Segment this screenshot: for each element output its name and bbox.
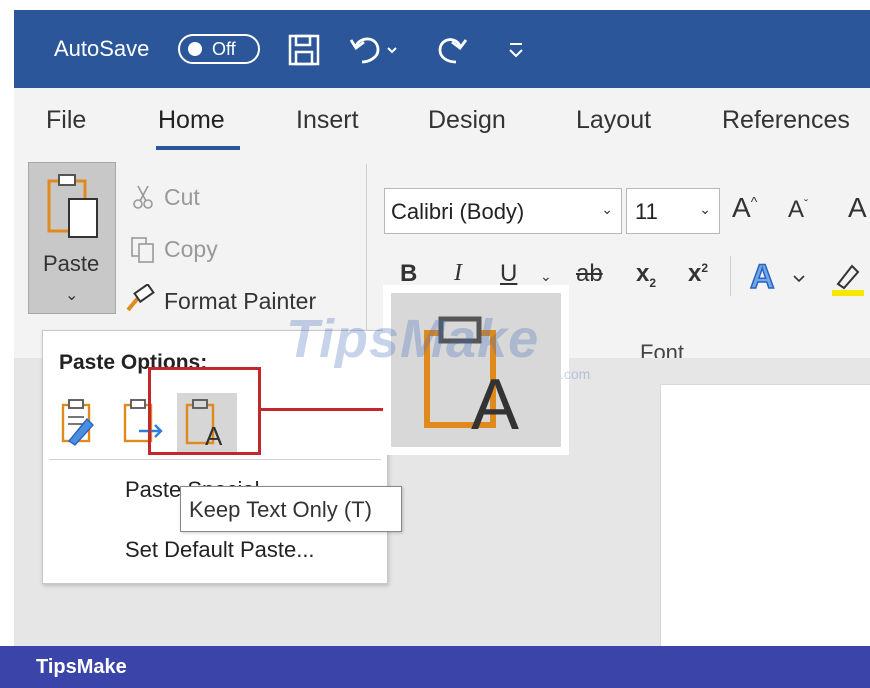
copy-icon xyxy=(131,237,154,263)
text-effects-icon[interactable]: A xyxy=(748,256,812,296)
highlighter-icon[interactable] xyxy=(828,256,868,300)
customize-qat-icon[interactable] xyxy=(504,32,528,68)
underline-button[interactable]: U xyxy=(500,260,517,288)
tooltip: Keep Text Only (T) xyxy=(180,486,402,532)
screenshot-frame: AutoSave Off File Home Insert Design Lay… xyxy=(0,0,870,688)
tab-layout[interactable]: Layout xyxy=(576,106,651,135)
autosave-label: AutoSave xyxy=(54,36,150,61)
set-default-paste-item[interactable]: Set Default Paste... xyxy=(125,537,315,563)
footer-bar: TipsMake xyxy=(0,646,870,688)
chevron-down-icon: ⌄ xyxy=(601,201,613,217)
font-family-select[interactable]: Calibri (Body) ⌄ xyxy=(384,188,622,234)
redo-icon[interactable] xyxy=(434,32,470,68)
subscript-label: x xyxy=(636,260,650,287)
tab-home[interactable]: Home xyxy=(158,106,225,135)
svg-text:A: A xyxy=(750,258,775,296)
highlight-box xyxy=(148,367,261,455)
undo-icon[interactable] xyxy=(348,32,404,68)
keep-source-formatting-icon[interactable] xyxy=(57,397,105,447)
change-case-button[interactable]: A xyxy=(848,192,867,224)
font-family-value: Calibri (Body) xyxy=(391,199,525,224)
ribbon-divider xyxy=(730,256,731,296)
watermark: TipsMake xyxy=(286,309,540,369)
svg-text:A: A xyxy=(471,365,519,437)
document-page[interactable] xyxy=(660,384,870,646)
chevron-down-icon: ⌄ xyxy=(699,201,711,217)
bold-button[interactable]: B xyxy=(400,260,417,288)
tab-insert[interactable]: Insert xyxy=(296,106,359,135)
tab-design[interactable]: Design xyxy=(428,106,506,135)
menu-divider xyxy=(49,459,381,460)
chevron-down-icon[interactable]: ⌄ xyxy=(540,268,552,285)
paste-label: Paste xyxy=(43,251,100,276)
grow-font-button[interactable]: A^ xyxy=(732,192,757,224)
watermark-suffix: .com xyxy=(560,366,591,382)
autosave-toggle[interactable]: Off xyxy=(178,34,260,64)
font-size-value: 11 xyxy=(635,199,658,224)
ribbon-tabs: File Home Insert Design Layout Reference… xyxy=(14,88,870,154)
subscript-button[interactable]: x2 xyxy=(636,260,656,290)
autosave-knob xyxy=(188,42,202,56)
italic-button[interactable]: I xyxy=(454,260,462,287)
font-size-select[interactable]: 11 ⌄ xyxy=(626,188,720,234)
format-painter-icon xyxy=(126,284,155,312)
strikethrough-button[interactable]: ab xyxy=(576,260,603,288)
cut-button[interactable]: Cut xyxy=(164,184,200,211)
footer-brand: TipsMake xyxy=(36,656,127,678)
cut-icon xyxy=(133,185,153,209)
superscript-label: x xyxy=(688,260,702,287)
autosave-state: Off xyxy=(212,39,236,59)
save-icon[interactable] xyxy=(286,32,322,68)
tab-references[interactable]: References xyxy=(722,106,850,135)
copy-button[interactable]: Copy xyxy=(164,236,218,263)
paste-button[interactable]: Paste ⌄ xyxy=(28,162,116,314)
tooltip-text: Keep Text Only (T) xyxy=(189,497,372,522)
active-tab-indicator xyxy=(156,146,240,150)
callout-line xyxy=(261,408,383,411)
chevron-down-icon: ⌄ xyxy=(65,287,79,304)
shrink-font-button[interactable]: Aˇ xyxy=(788,196,808,224)
title-bar: AutoSave Off xyxy=(14,10,870,88)
tab-file[interactable]: File xyxy=(46,106,86,135)
paste-clipboard-icon xyxy=(47,174,98,238)
superscript-button[interactable]: x2 xyxy=(688,260,708,288)
